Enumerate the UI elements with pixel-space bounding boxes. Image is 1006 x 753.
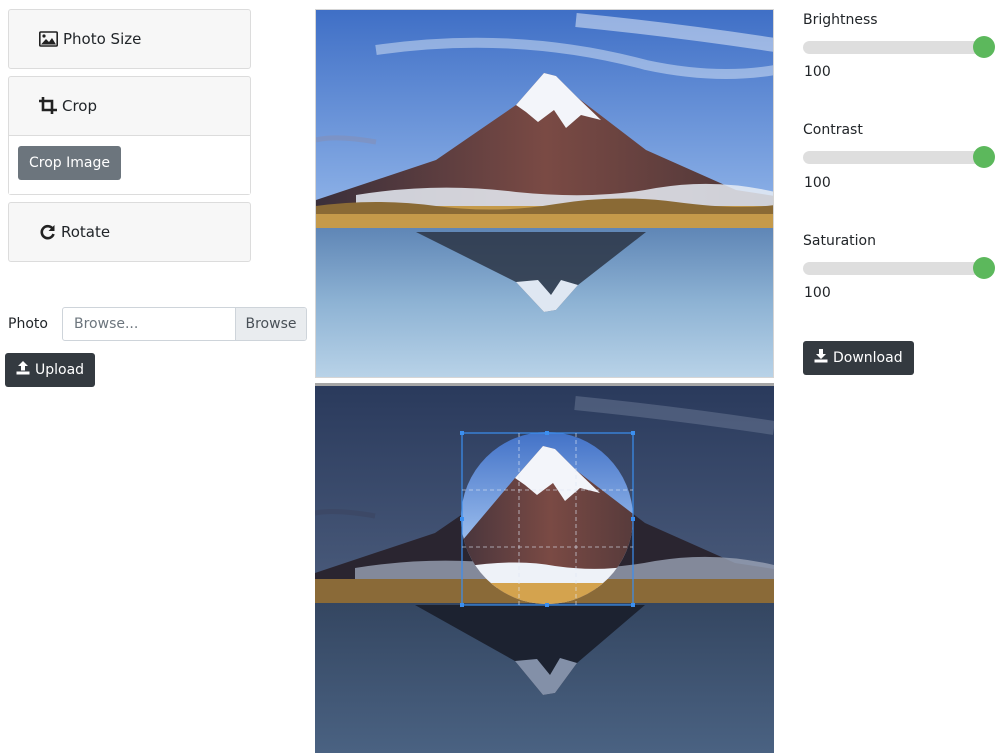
photo-label: Photo xyxy=(8,316,48,332)
crop-icon xyxy=(39,97,57,115)
brightness-value: 100 xyxy=(804,64,831,80)
preview-image xyxy=(315,9,774,378)
download-label: Download xyxy=(833,350,903,366)
rotate-icon xyxy=(39,224,56,241)
rotate-card: Rotate xyxy=(8,202,251,262)
browse-button[interactable]: Browse xyxy=(235,308,306,340)
rotate-label: Rotate xyxy=(61,223,111,241)
saturation-slider[interactable] xyxy=(803,257,995,279)
upload-label: Upload xyxy=(35,362,85,378)
file-input[interactable]: Browse... Browse xyxy=(62,307,307,341)
saturation-value: 100 xyxy=(804,285,831,301)
crop-body: Crop Image xyxy=(9,135,250,194)
brightness-slider-thumb[interactable] xyxy=(973,36,995,58)
brightness-slider[interactable] xyxy=(803,36,995,58)
rotate-header[interactable]: Rotate xyxy=(9,203,250,261)
image-icon xyxy=(39,31,58,47)
crop-canvas[interactable] xyxy=(315,383,774,753)
crop-header[interactable]: Crop xyxy=(9,77,250,135)
photo-size-card: Photo Size xyxy=(8,9,251,69)
saturation-label: Saturation xyxy=(803,233,876,249)
download-icon xyxy=(814,349,828,367)
photo-size-header[interactable]: Photo Size xyxy=(9,10,250,68)
brightness-label: Brightness xyxy=(803,12,878,28)
contrast-label: Contrast xyxy=(803,122,863,138)
crop-label: Crop xyxy=(62,97,98,115)
contrast-value: 100 xyxy=(804,175,831,191)
contrast-slider[interactable] xyxy=(803,146,995,168)
crop-image-button[interactable]: Crop Image xyxy=(18,146,121,180)
upload-button[interactable]: Upload xyxy=(5,353,96,387)
saturation-slider-thumb[interactable] xyxy=(973,257,995,279)
contrast-slider-thumb[interactable] xyxy=(973,146,995,168)
upload-icon xyxy=(16,361,30,379)
file-input-placeholder: Browse... xyxy=(74,316,139,332)
crop-card: Crop Crop Image xyxy=(8,76,251,195)
download-button[interactable]: Download xyxy=(803,341,914,375)
photo-size-label: Photo Size xyxy=(63,30,142,48)
